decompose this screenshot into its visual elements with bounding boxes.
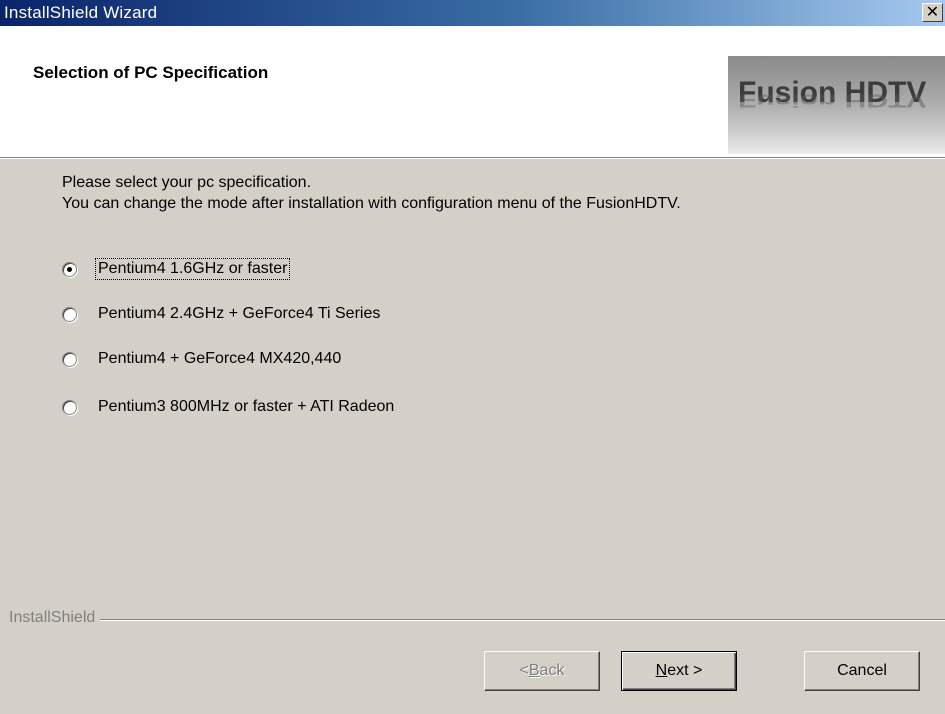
option-pentium4-2-4ghz-geforce4-ti[interactable]: Pentium4 2.4GHz + GeForce4 Ti Series (62, 302, 382, 326)
back-button[interactable]: < Back (484, 651, 600, 691)
back-label-suffix: ack (539, 662, 565, 679)
installshield-brand-label: InstallShield (9, 609, 101, 627)
next-mnemonic: N (655, 662, 668, 679)
option-pentium4-1-6ghz[interactable]: Pentium4 1.6GHz or faster (62, 257, 291, 281)
next-label-suffix: ext > (667, 662, 703, 679)
logo-reflection: Fusion HDTV (738, 90, 927, 110)
close-icon: ✕ (925, 3, 940, 21)
back-label-prefix: < (519, 662, 529, 679)
page-title: Selection of PC Specification (33, 63, 269, 82)
instruction-line-2: You can change the mode after installati… (62, 195, 681, 212)
radio-button[interactable] (62, 399, 77, 415)
wizard-header: Selection of PC Specification Fusion HDT… (0, 26, 945, 157)
next-button[interactable]: Next > (621, 651, 737, 691)
radio-button[interactable] (62, 306, 77, 322)
fusion-hdtv-logo: Fusion HDTV Fusion HDTV (728, 56, 945, 154)
back-mnemonic: B (528, 662, 540, 679)
option-label: Pentium3 800MHz or faster + ATI Radeon (98, 398, 395, 415)
option-pentium3-ati-radeon[interactable]: Pentium3 800MHz or faster + ATI Radeon (62, 395, 396, 419)
radio-button-selected[interactable] (62, 261, 77, 277)
option-label: Pentium4 2.4GHz + GeForce4 Ti Series (98, 305, 381, 322)
instruction-line-1: Please select your pc specification. (62, 174, 312, 191)
header-divider-highlight (0, 158, 945, 159)
title-bar: InstallShield Wizard ✕ (0, 0, 945, 26)
option-label: Pentium4 1.6GHz or faster (94, 258, 291, 280)
radio-button[interactable] (62, 351, 77, 367)
cancel-button[interactable]: Cancel (804, 651, 920, 691)
option-label: Pentium4 + GeForce4 MX420,440 (98, 350, 342, 367)
option-pentium4-geforce4-mx[interactable]: Pentium4 + GeForce4 MX420,440 (62, 347, 343, 371)
cancel-label: Cancel (837, 662, 887, 679)
window-title: InstallShield Wizard (4, 3, 158, 22)
footer-divider-highlight (9, 620, 945, 621)
close-button[interactable]: ✕ (922, 3, 943, 22)
